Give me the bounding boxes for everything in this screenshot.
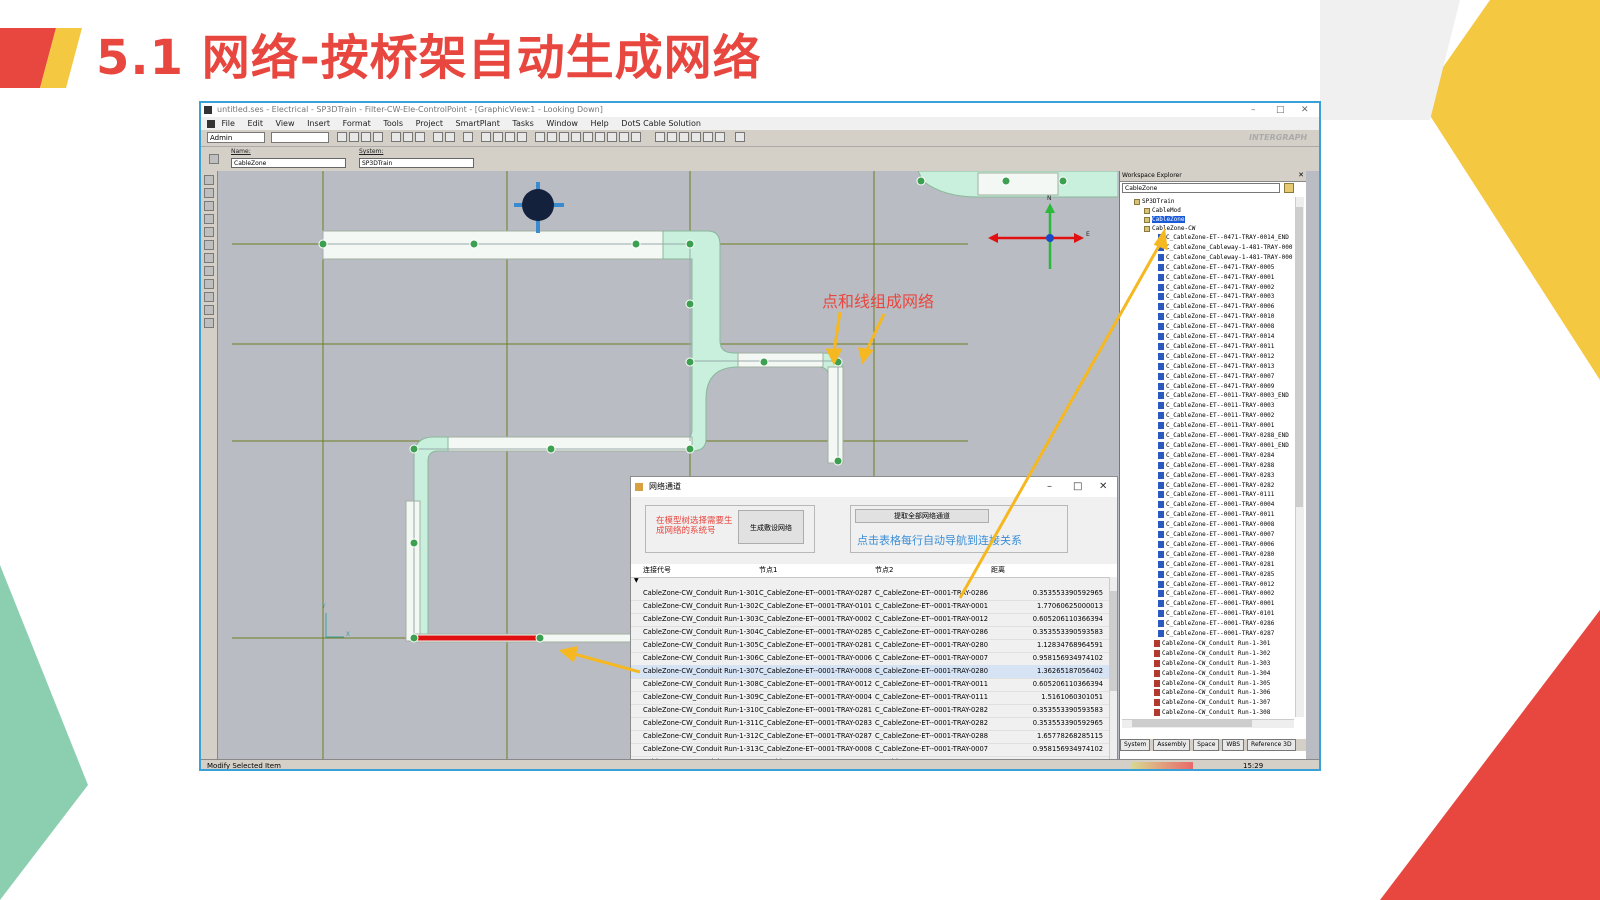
annotation-arrows [558, 227, 1168, 674]
